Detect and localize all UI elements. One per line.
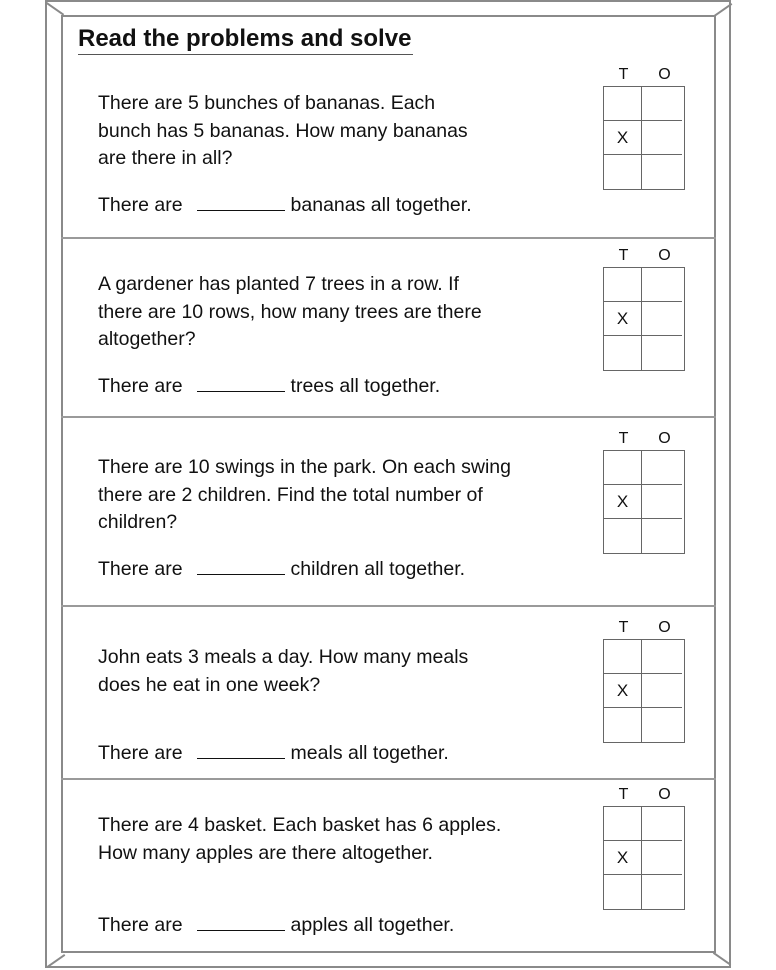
grid-cell[interactable] — [642, 708, 682, 742]
problem-line: bunch has 5 bananas. How many bananas — [98, 119, 468, 142]
problem-line: altogether? — [98, 328, 196, 350]
x-mark: X — [616, 127, 629, 147]
grid-cell[interactable]: X — [604, 674, 642, 708]
answer-suffix: trees all together. — [290, 375, 441, 397]
grid-cell[interactable] — [604, 640, 642, 674]
tens-ones-grid: T O X — [603, 247, 685, 371]
problem-line: How many apples are there altogether. — [98, 841, 433, 864]
grid-cell[interactable] — [642, 807, 682, 841]
problem-text: There are 5 bunches of bananas. Each bunc… — [98, 90, 578, 173]
answer-suffix: bananas all together. — [290, 194, 472, 216]
tens-ones-grid: T O X — [603, 619, 685, 743]
grid-cell[interactable] — [604, 87, 642, 121]
grid-cell[interactable] — [642, 268, 682, 302]
answer-prefix: There are — [98, 914, 183, 936]
x-mark: X — [616, 680, 629, 700]
problem-line: does he eat in one week? — [98, 673, 321, 696]
grid-cell[interactable] — [642, 519, 682, 553]
answer-suffix: meals all together. — [290, 742, 449, 764]
worksheet-title: Read the problems and solve — [78, 24, 414, 55]
grid-cell[interactable] — [642, 155, 682, 189]
x-mark: X — [616, 847, 629, 867]
grid-cell[interactable] — [642, 485, 682, 519]
grid-cell[interactable] — [642, 875, 682, 909]
answer-blank[interactable] — [196, 377, 285, 392]
grid-cell[interactable] — [604, 451, 642, 485]
problem-line: there are 10 rows, how many trees are th… — [98, 300, 482, 323]
problem-text: A gardener has planted 7 trees in a row.… — [98, 271, 578, 354]
answer-prefix: There are — [98, 558, 183, 580]
ones-label: O — [658, 430, 671, 447]
grid-cell[interactable] — [604, 875, 642, 909]
section-divider — [61, 778, 716, 780]
problem-line: There are 5 bunches of bananas. Each — [98, 92, 436, 114]
problem-line: John eats 3 meals a day. How many meals — [98, 646, 469, 668]
answer-blank[interactable] — [196, 916, 285, 931]
answer-prefix: There are — [98, 742, 183, 764]
section-divider — [61, 237, 716, 239]
tens-label: T — [618, 247, 629, 264]
answer-sentence: There are bananas all together. — [98, 194, 472, 217]
grid-cell[interactable] — [642, 841, 682, 875]
answer-prefix: There are — [98, 194, 183, 216]
tens-label: T — [618, 619, 629, 636]
grid-cell[interactable]: X — [604, 485, 642, 519]
answer-suffix: children all together. — [290, 558, 466, 580]
grid-cell[interactable] — [642, 336, 682, 370]
problem-text: There are 10 swings in the park. On each… — [98, 454, 578, 537]
grid-cell[interactable] — [642, 87, 682, 121]
problem-line: there are 2 children. Find the total num… — [98, 483, 483, 506]
section-divider — [61, 416, 716, 418]
grid-cell[interactable]: X — [604, 121, 642, 155]
x-mark: X — [616, 308, 629, 328]
problem-line: A gardener has planted 7 trees in a row.… — [98, 273, 459, 295]
grid-cell[interactable] — [604, 519, 642, 553]
grid-cell[interactable]: X — [604, 302, 642, 336]
answer-sentence: There are apples all together. — [98, 914, 454, 937]
problem-line: There are 4 basket. Each basket has 6 ap… — [98, 814, 502, 836]
problem-line: There are 10 swings in the park. On each… — [98, 456, 511, 478]
problem-line: children? — [98, 511, 178, 533]
ones-label: O — [658, 786, 671, 803]
tens-label: T — [618, 786, 629, 803]
ones-label: O — [658, 66, 671, 83]
tens-ones-grid: T O X — [603, 430, 685, 554]
answer-blank[interactable] — [196, 744, 285, 759]
grid-cell[interactable]: X — [604, 841, 642, 875]
section-divider — [61, 605, 716, 607]
answer-blank[interactable] — [196, 196, 285, 211]
answer-sentence: There are trees all together. — [98, 375, 440, 398]
ones-label: O — [658, 619, 671, 636]
grid-cell[interactable] — [642, 121, 682, 155]
answer-suffix: apples all together. — [290, 914, 455, 936]
grid-cell[interactable] — [604, 336, 642, 370]
grid-cell[interactable] — [642, 640, 682, 674]
answer-sentence: There are meals all together. — [98, 742, 449, 765]
grid-cell[interactable] — [642, 302, 682, 336]
problem-line: are there in all? — [98, 147, 233, 169]
tens-label: T — [618, 430, 629, 447]
grid-cell[interactable] — [604, 807, 642, 841]
tens-label: T — [618, 66, 629, 83]
tens-ones-grid: T O X — [603, 66, 685, 190]
tens-ones-grid: T O X — [603, 786, 685, 910]
ones-label: O — [658, 247, 671, 264]
grid-cell[interactable] — [604, 708, 642, 742]
problem-text: There are 4 basket. Each basket has 6 ap… — [98, 812, 578, 867]
grid-cell[interactable] — [604, 268, 642, 302]
grid-cell[interactable] — [642, 451, 682, 485]
problem-text: John eats 3 meals a day. How many meals d… — [98, 644, 578, 699]
x-mark: X — [616, 491, 629, 511]
grid-cell[interactable] — [604, 155, 642, 189]
answer-prefix: There are — [98, 375, 183, 397]
grid-cell[interactable] — [642, 674, 682, 708]
answer-sentence: There are children all together. — [98, 558, 465, 581]
answer-blank[interactable] — [196, 560, 285, 575]
